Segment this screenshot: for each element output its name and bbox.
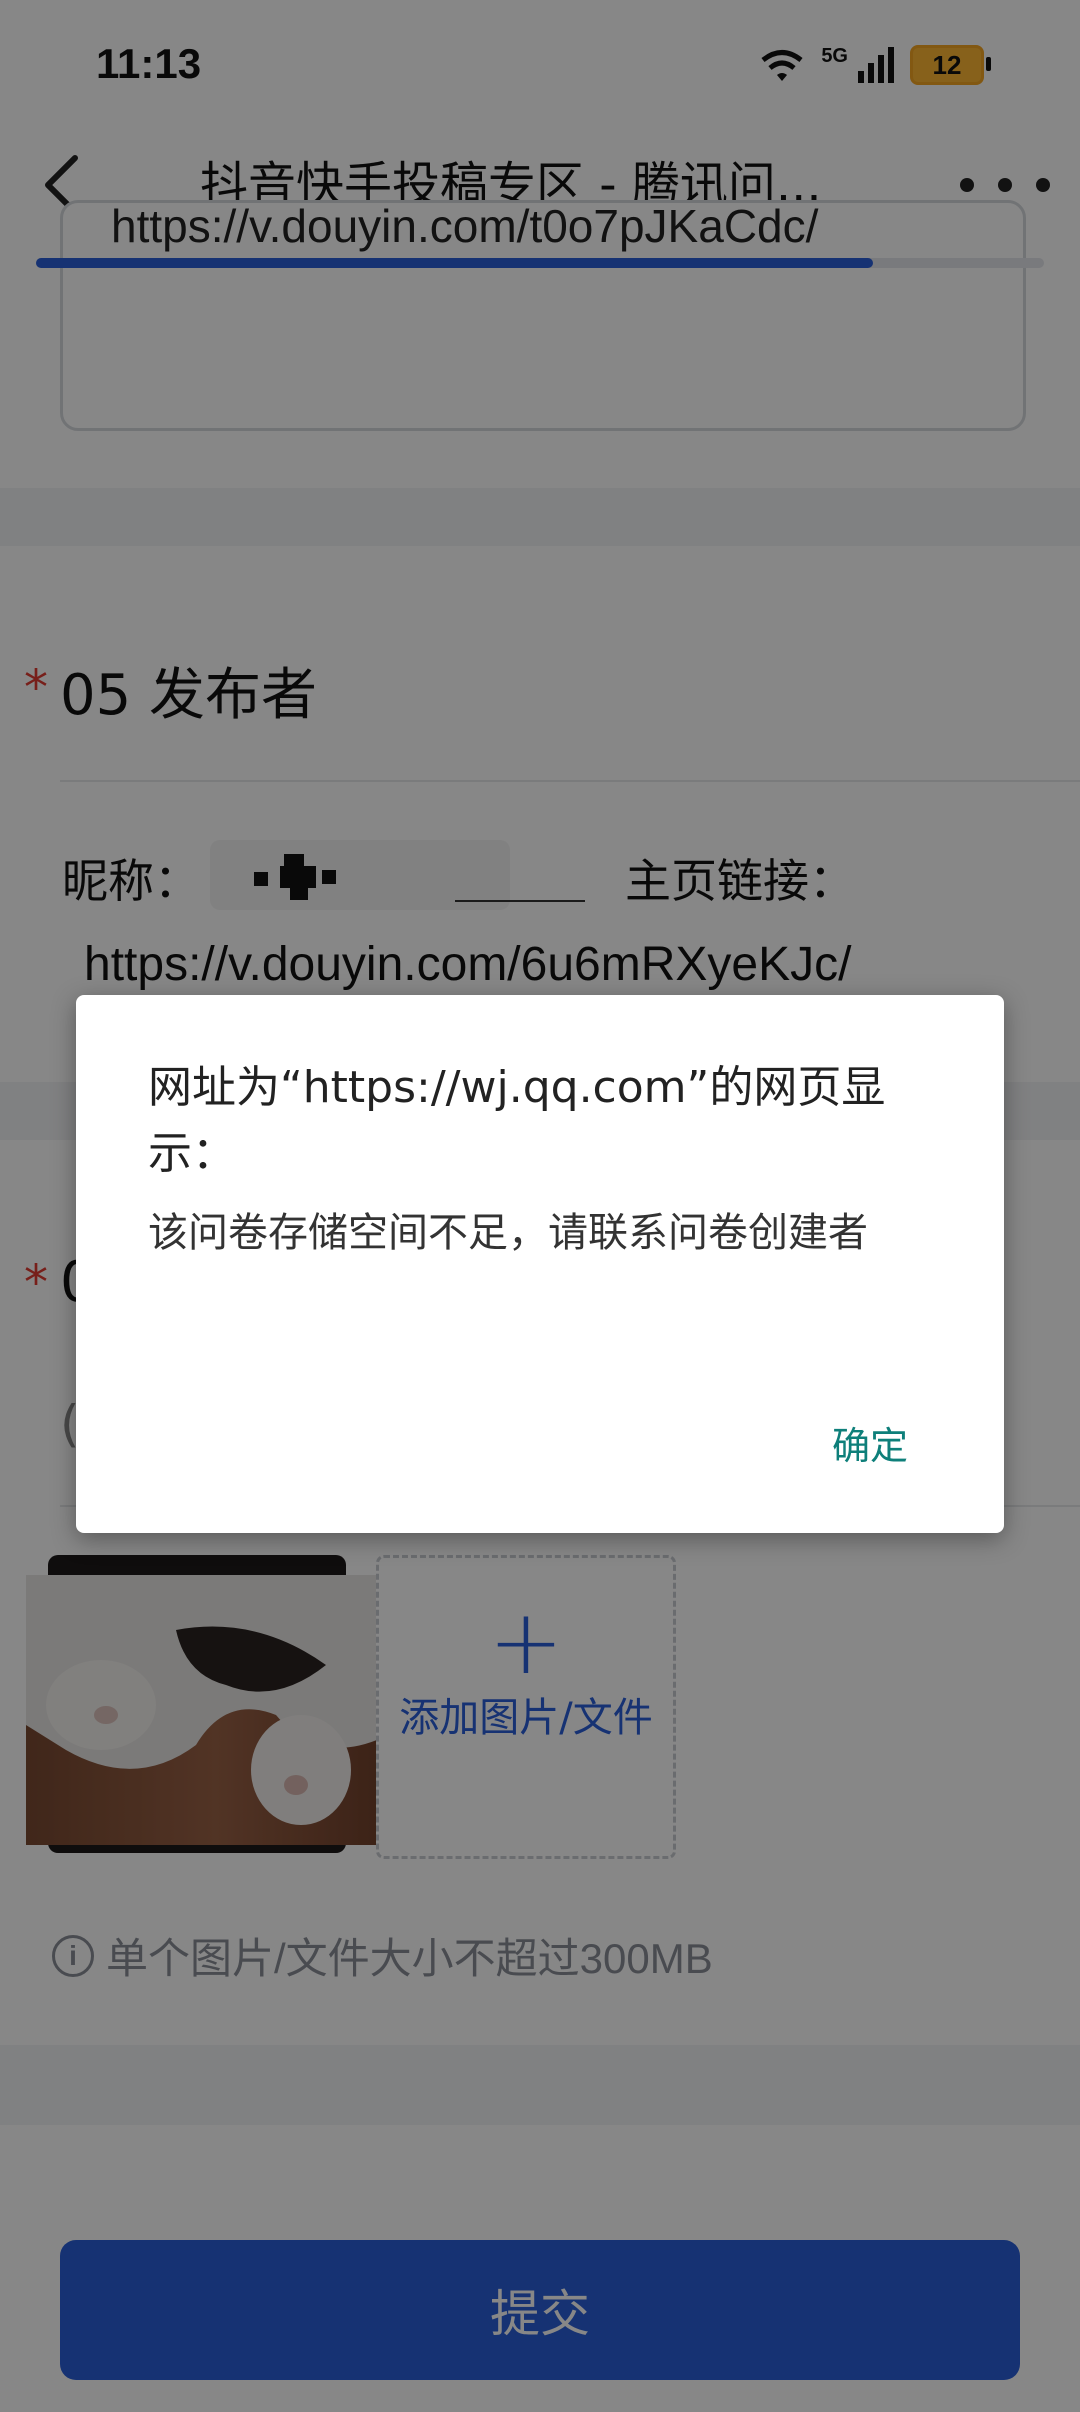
dialog-ok-button[interactable]: 确定 [816, 1405, 924, 1480]
alert-dialog: 网址为“https://wj.qq.com”的网页显示： 该问卷存储空间不足，请… [76, 995, 1004, 1533]
dialog-message: 该问卷存储空间不足，请联系问卷创建者 [148, 1210, 868, 1256]
dialog-title: 网址为“https://wj.qq.com”的网页显示： [148, 1062, 886, 1179]
